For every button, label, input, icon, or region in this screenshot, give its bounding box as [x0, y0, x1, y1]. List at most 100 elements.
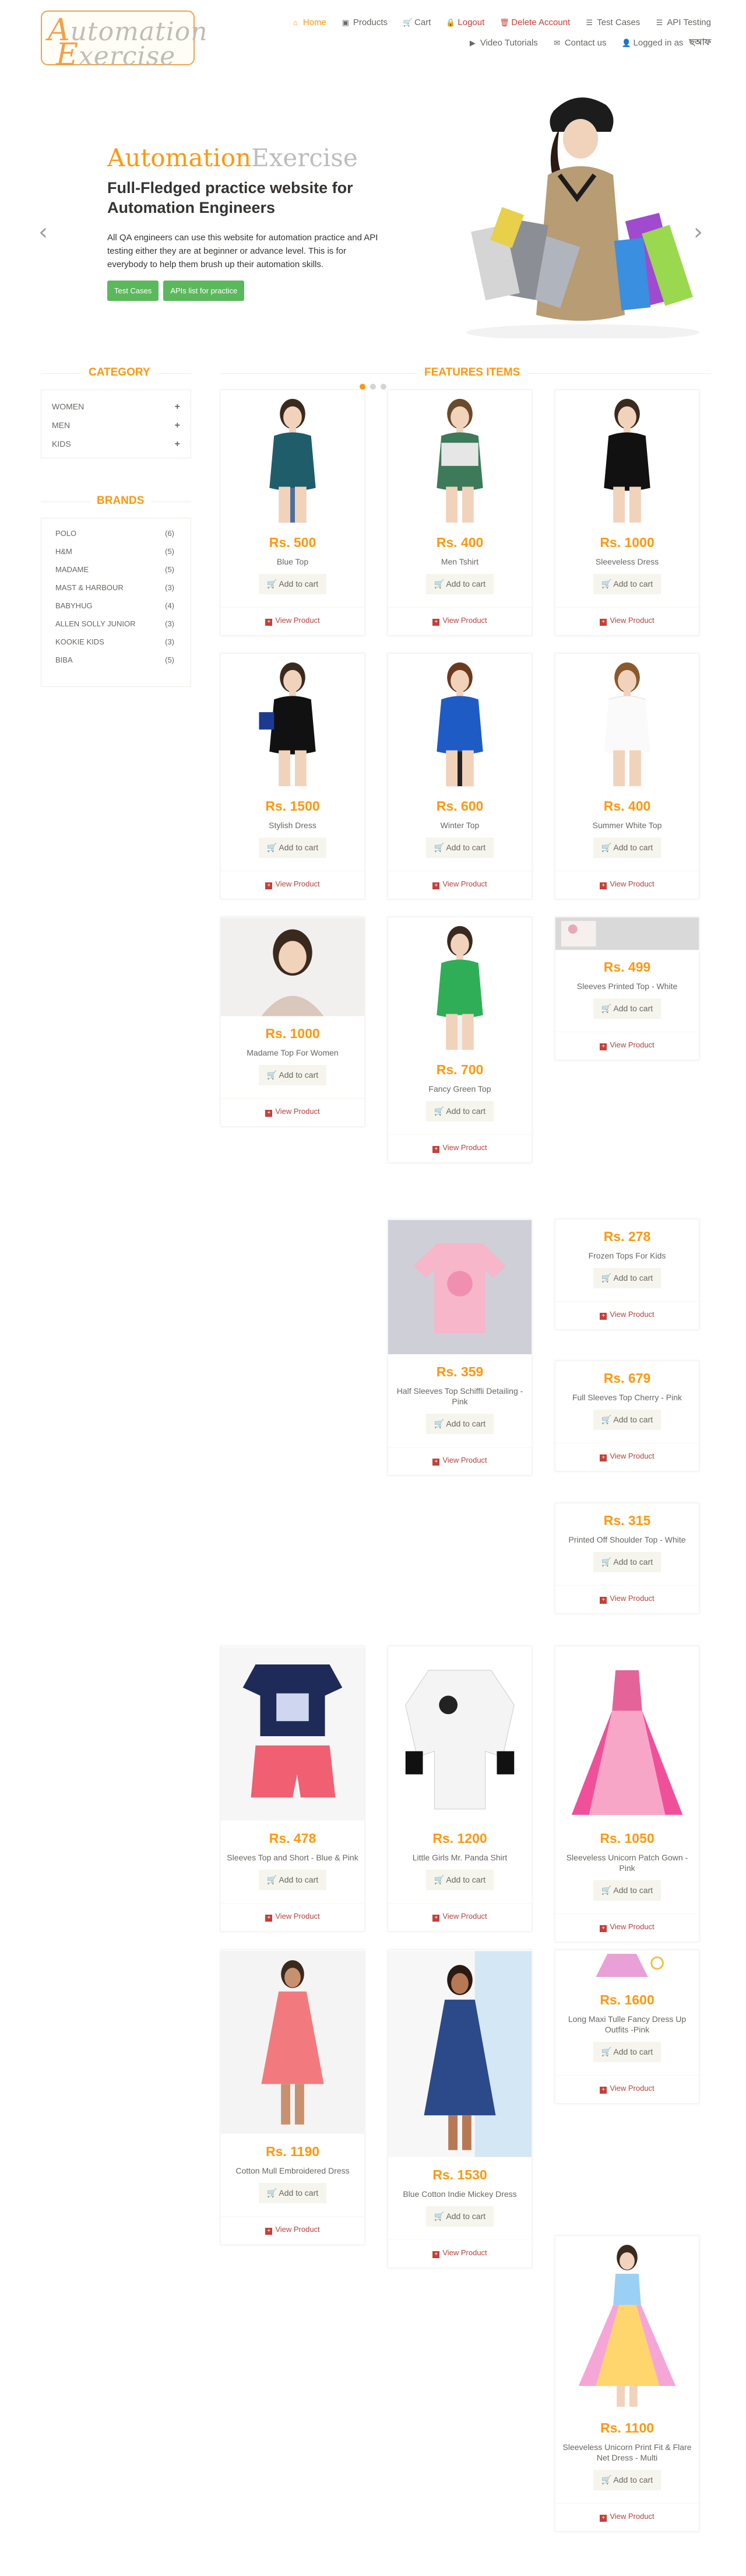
view-product-link[interactable]: + View Product — [555, 2075, 699, 2103]
nav-products[interactable]: ▣ Products — [342, 17, 388, 27]
brand-item[interactable]: Polo (6) — [55, 529, 174, 538]
view-product-link[interactable]: + View Product — [388, 2239, 532, 2267]
add-to-cart-button[interactable]: 🛒 Add to cart — [593, 1880, 661, 1901]
nav-contact-us[interactable]: ✉ Contact us — [553, 36, 606, 50]
carousel-dot[interactable] — [370, 384, 376, 390]
brand-item[interactable]: Madame (5) — [55, 565, 174, 574]
view-product-link[interactable]: + View Product — [221, 1903, 364, 1931]
view-product-link[interactable]: + View Product — [388, 1447, 532, 1475]
brand-item[interactable]: Allen Solly Junior (3) — [55, 619, 174, 628]
add-to-cart-button[interactable]: 🛒 Add to cart — [593, 2470, 661, 2491]
add-to-cart-button[interactable]: 🛒 Add to cart — [593, 2042, 661, 2063]
cart-icon: 🛒 — [601, 579, 612, 589]
add-to-cart-button[interactable]: 🛒 Add to cart — [258, 837, 327, 858]
add-to-cart-button[interactable]: 🛒 Add to cart — [425, 837, 494, 858]
view-product-link[interactable]: + View Product — [555, 607, 699, 635]
product-card: Rs. 1000 Sleeveless Dress 🛒 Add to cart + Vi… — [555, 390, 699, 636]
cart-icon: 🛒 — [601, 1885, 612, 1895]
site-logo[interactable]: Automation Exercise — [41, 10, 207, 70]
plus-square-icon: + — [265, 2228, 273, 2235]
add-to-cart-button[interactable]: 🛒 Add to cart — [425, 1870, 494, 1891]
cart-icon: 🛒 — [601, 1004, 612, 1014]
add-to-cart-label: Add to cart — [613, 843, 653, 853]
add-to-cart-button[interactable]: 🛒 Add to cart — [425, 2206, 494, 2227]
nav-cart[interactable]: 🛒 Cart — [403, 17, 431, 27]
cart-icon: 🛒 — [266, 579, 277, 589]
view-product-link[interactable]: + View Product — [388, 1903, 532, 1931]
add-to-cart-label: Add to cart — [613, 1415, 653, 1425]
view-product-label: View Product — [442, 879, 487, 889]
product-name: Blue Top — [276, 557, 309, 566]
product-price: Rs. 1500 — [265, 798, 320, 814]
view-product-link[interactable]: + View Product — [555, 1585, 699, 1613]
add-to-cart-label: Add to cart — [279, 843, 319, 853]
carousel-dot[interactable] — [360, 384, 365, 390]
add-to-cart-button[interactable]: 🛒 Add to cart — [593, 1552, 661, 1573]
slide-content: AutomationExercise Full-Fledged practice… — [107, 146, 387, 302]
nav-video-tutorials[interactable]: ▶ Video Tutorials — [469, 36, 538, 50]
product-name: Winter Top — [440, 821, 480, 830]
add-to-cart-button[interactable]: 🛒 Add to cart — [258, 1870, 327, 1891]
view-product-label: View Product — [442, 1456, 487, 1465]
product-price: Rs. 400 — [436, 535, 484, 550]
add-to-cart-button[interactable]: 🛒 Add to cart — [258, 574, 327, 595]
view-product-link[interactable]: + View Product — [221, 1098, 364, 1126]
brand-item[interactable]: Kookie Kids (3) — [55, 637, 174, 646]
cart-icon: 🛒 — [601, 2475, 612, 2485]
view-product-link[interactable]: + View Product — [221, 2216, 364, 2244]
nav-test-cases[interactable]: ☰ Test Cases — [585, 17, 640, 27]
category-men[interactable]: Men + — [52, 420, 180, 431]
view-product-label: View Product — [610, 616, 654, 625]
add-to-cart-button[interactable]: 🛒 Add to cart — [425, 1101, 494, 1122]
view-product-link[interactable]: + View Product — [555, 2503, 699, 2531]
view-product-link[interactable]: + View Product — [555, 1443, 699, 1471]
nav-delete-account[interactable]: 🗑 Delete Account — [499, 17, 570, 27]
brand-item[interactable]: Babyhug (4) — [55, 601, 174, 610]
brand-item[interactable]: H&M (5) — [55, 547, 174, 556]
view-product-link[interactable]: + View Product — [555, 871, 699, 899]
view-product-link[interactable]: + View Product — [221, 871, 364, 899]
view-product-link[interactable]: + View Product — [388, 871, 532, 899]
add-to-cart-button[interactable]: 🛒 Add to cart — [593, 1268, 661, 1289]
nav-api-testing[interactable]: ☰ API Testing — [655, 17, 711, 27]
view-product-link[interactable]: + View Product — [555, 1913, 699, 1941]
products-icon: ▣ — [342, 17, 349, 27]
add-to-cart-button[interactable]: 🛒 Add to cart — [593, 1410, 661, 1431]
carousel-prev-icon[interactable]: ‹ — [38, 219, 48, 246]
product-price: Rs. 400 — [603, 798, 651, 814]
plus-square-icon: + — [265, 619, 273, 626]
apis-list-button[interactable]: APIs list for practice — [163, 281, 245, 302]
view-product-link[interactable]: + View Product — [221, 607, 364, 635]
brand-item[interactable]: Mast & Harbour (3) — [55, 583, 174, 592]
add-to-cart-button[interactable]: 🛒 Add to cart — [258, 2183, 327, 2204]
add-to-cart-button[interactable]: 🛒 Add to cart — [593, 998, 661, 1019]
category-kids[interactable]: Kids + — [52, 439, 180, 450]
nav-label: Products — [353, 17, 388, 27]
product-card: Rs. 1200 Little Girls Mr. Panda Shirt 🛒 Ad… — [388, 1646, 532, 1932]
view-product-link[interactable]: + View Product — [555, 1301, 699, 1329]
nav-home[interactable]: ⌂ Home — [291, 17, 326, 27]
add-to-cart-button[interactable]: 🛒 Add to cart — [425, 1414, 494, 1435]
add-to-cart-button[interactable]: 🛒 Add to cart — [258, 1065, 327, 1086]
view-product-link[interactable]: + View Product — [555, 1032, 699, 1060]
product-card: Rs. 500 Blue Top 🛒 Add to cart + View Produc… — [220, 390, 365, 636]
cart-icon: 🛒 — [434, 843, 445, 853]
nav-logged-in-as[interactable]: 👤 Logged in as ছআফ — [622, 36, 711, 50]
carousel-dot[interactable] — [381, 384, 386, 390]
view-product-link[interactable]: + View Product — [388, 607, 532, 635]
add-to-cart-button[interactable]: 🛒 Add to cart — [425, 574, 494, 595]
add-to-cart-button[interactable]: 🛒 Add to cart — [593, 837, 661, 858]
view-product-label: View Product — [442, 616, 487, 625]
video-icon: ▶ — [469, 38, 476, 47]
trash-icon: 🗑 — [499, 17, 509, 27]
view-product-label: View Product — [610, 2512, 654, 2521]
home-icon: ⌂ — [293, 18, 298, 27]
category-women[interactable]: Women + — [52, 402, 180, 412]
product-image — [388, 1647, 532, 1821]
nav-logout[interactable]: 🔒 Logout — [446, 17, 484, 27]
test-cases-button[interactable]: Test Cases — [107, 281, 159, 302]
add-to-cart-button[interactable]: 🛒 Add to cart — [593, 574, 661, 595]
brand-item[interactable]: Biba (5) — [55, 656, 174, 664]
view-product-link[interactable]: + View Product — [388, 1134, 532, 1162]
logged-in-username: ছআফ — [689, 37, 711, 47]
